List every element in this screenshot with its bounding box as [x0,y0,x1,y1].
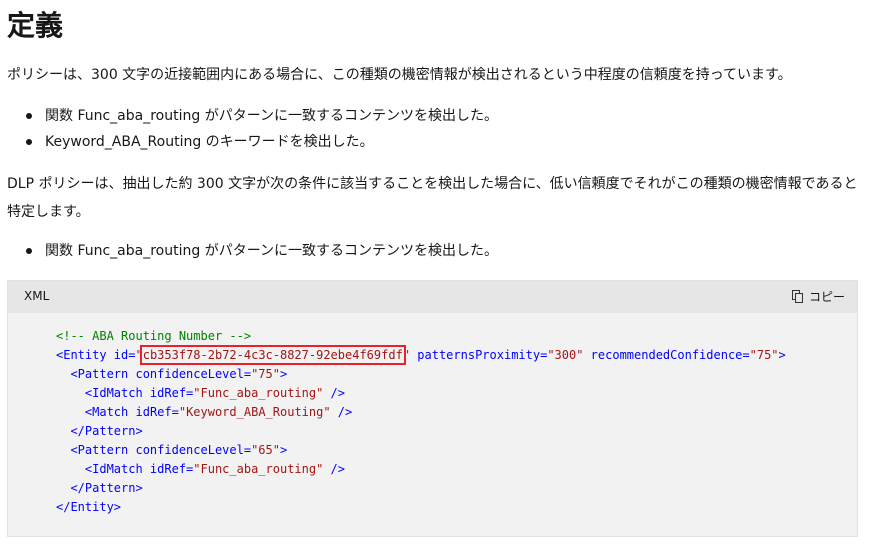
code-header: XML コピー [8,281,857,313]
code-language-label: XML [24,289,50,303]
xml-code: <!-- ABA Routing Number --> <Entity id="… [56,329,786,514]
list-item: 関数 Func_aba_routing がパターンに一致するコンテンツを検出した… [0,103,498,129]
page-heading: 定義 [7,9,64,42]
list-item: 関数 Func_aba_routing がパターンに一致するコンテンツを検出した… [0,238,498,264]
entity-id-value: cb353f78-2b72-4c3c-8827-92ebe4f69fdf [139,345,406,365]
copy-button[interactable]: コピー [791,288,845,305]
copy-icon [791,290,803,303]
intro-paragraph: ポリシーは、300 文字の近接範囲内にある場合に、この種類の機密情報が検出される… [7,67,792,83]
list-item: Keyword_ABA_Routing のキーワードを検出した。 [0,129,498,155]
condition-list-2: 関数 Func_aba_routing がパターンに一致するコンテンツを検出した… [0,238,498,264]
code-block: XML コピー <!-- ABA Routing Number --> <Ent… [7,280,858,537]
dlp-paragraph: DLP ポリシーは、抽出した約 300 文字が次の条件に該当することを検出した場… [7,176,858,220]
condition-list-1: 関数 Func_aba_routing がパターンに一致するコンテンツを検出した… [0,103,498,155]
copy-label: コピー [808,290,845,304]
